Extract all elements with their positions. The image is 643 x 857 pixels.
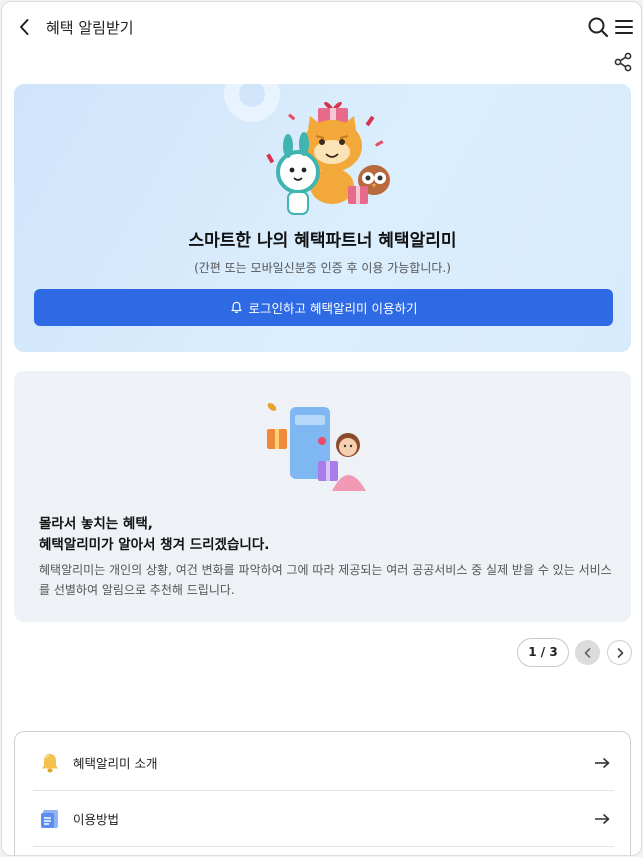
phone-person-illustration <box>267 403 366 491</box>
page-frame: 혜택 알림받기 스마트한 나의 혜택파트너 혜택알리미 (간편 또는 모바일신분… <box>1 1 642 856</box>
menu-button[interactable] <box>613 16 635 38</box>
hero-card: 스마트한 나의 혜택파트너 혜택알리미 (간편 또는 모바일신분증 인증 후 이… <box>14 84 631 352</box>
hero-title: 스마트한 나의 혜택파트너 혜택알리미 <box>188 231 457 251</box>
search-icon <box>588 17 609 38</box>
share-button[interactable] <box>612 51 634 73</box>
link-list: 혜택알리미 소개 이용방법 <box>14 731 631 855</box>
header: 혜택 알림받기 <box>2 2 641 52</box>
mascot-illustration <box>266 101 390 215</box>
back-button[interactable] <box>14 16 36 38</box>
link-intro-label: 혜택알리미 소개 <box>73 756 158 771</box>
link-how-to-use-label: 이용방법 <box>73 812 120 827</box>
pager-prev-button[interactable] <box>575 640 600 665</box>
login-button-label: 로그인하고 혜택알리미 이용하기 <box>248 301 418 316</box>
slide-description: 혜택알리미는 개인의 상황, 여건 변화를 파악하여 그에 따라 제공되는 여러… <box>39 563 612 597</box>
slide-heading-line1: 몰라서 놓치는 혜택, <box>39 516 153 532</box>
page-title: 혜택 알림받기 <box>46 19 134 37</box>
arrow-right-icon <box>595 757 610 768</box>
login-button[interactable]: 로그인하고 혜택알리미 이용하기 <box>34 289 613 326</box>
carousel-slide: 몰라서 놓치는 혜택, 혜택알리미가 알아서 챙겨 드리겠습니다. 혜택알리미는… <box>14 371 631 622</box>
bell-icon <box>42 753 58 772</box>
link-intro[interactable]: 혜택알리미 소개 <box>33 735 614 791</box>
search-button[interactable] <box>587 16 609 38</box>
pager-next-button[interactable] <box>607 640 632 665</box>
chevron-left-icon <box>584 647 590 658</box>
arrow-right-icon <box>595 813 610 824</box>
chevron-left-icon <box>20 19 29 35</box>
chevron-right-icon <box>617 647 623 658</box>
slide-heading-line2: 혜택알리미가 알아서 챙겨 드리겠습니다. <box>39 537 270 553</box>
pager-counter: 1 / 3 <box>517 638 569 667</box>
hero-subtitle: (간편 또는 모바일신분증 인증 후 이용 가능합니다.) <box>194 261 451 275</box>
bell-icon <box>230 301 242 314</box>
share-icon <box>614 52 632 72</box>
document-icon <box>41 809 58 828</box>
hamburger-menu-icon <box>615 20 633 34</box>
link-how-to-use[interactable]: 이용방법 <box>33 791 614 847</box>
